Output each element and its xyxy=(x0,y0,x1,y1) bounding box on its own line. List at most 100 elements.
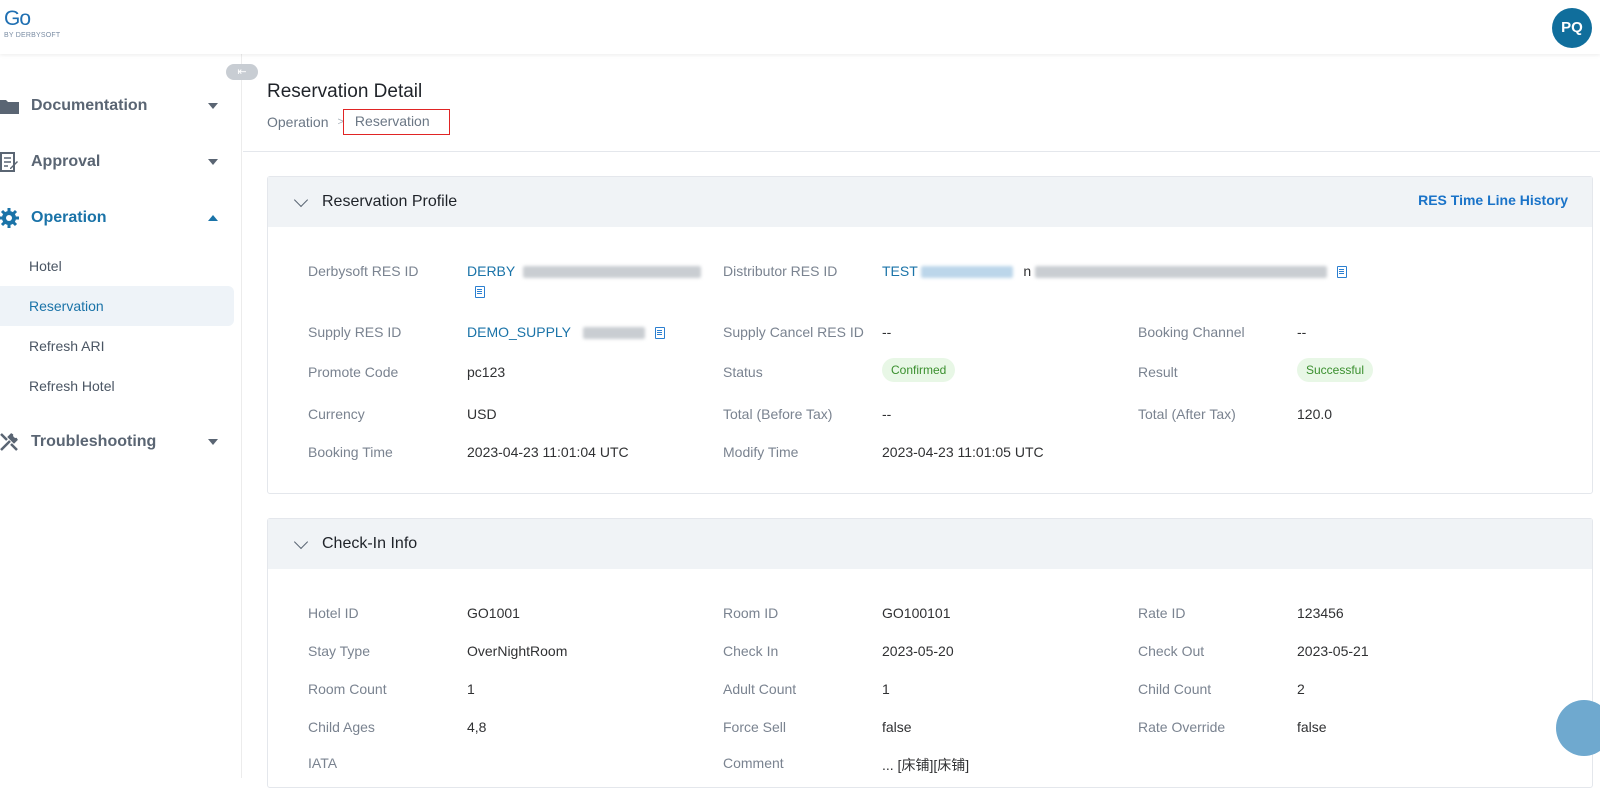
modify-time-label: Modify Time xyxy=(723,444,799,460)
derbysoft-res-id-value: DERBY xyxy=(467,263,701,279)
rate-id-label: Rate ID xyxy=(1138,605,1186,621)
sidebar-group-operation[interactable]: Operation xyxy=(0,204,242,232)
booking-time-value: 2023-04-23 11:01:04 UTC xyxy=(467,444,629,460)
room-count-value: 1 xyxy=(467,681,475,697)
chevron-down-icon[interactable] xyxy=(293,192,309,208)
room-count-label: Room Count xyxy=(308,681,387,697)
sidebar-item-reservation[interactable]: Reservation xyxy=(0,286,234,326)
promote-code-value: pc123 xyxy=(467,364,506,380)
adult-count-label: Adult Count xyxy=(723,681,797,697)
divider xyxy=(243,151,1600,152)
currency-value: USD xyxy=(467,406,497,422)
distributor-res-id-value: TEST n xyxy=(882,263,1347,279)
panel-title: Reservation Profile xyxy=(322,193,458,210)
booking-channel-label: Booking Channel xyxy=(1138,324,1245,340)
redacted-text xyxy=(522,266,701,279)
sidebar-group-label: Operation xyxy=(31,209,107,226)
tools-icon xyxy=(0,431,20,453)
rate-override-value: false xyxy=(1297,719,1327,735)
copy-icon[interactable] xyxy=(654,327,665,340)
supply-cancel-res-id-label: Supply Cancel RES ID xyxy=(723,324,864,340)
sidebar-group-approval[interactable]: Approval xyxy=(0,148,242,176)
total-before-tax-label: Total (Before Tax) xyxy=(723,406,833,422)
sidebar-item-refresh-hotel[interactable]: Refresh Hotel xyxy=(0,366,234,406)
room-id-value: GO100101 xyxy=(882,605,951,621)
promote-code-label: Promote Code xyxy=(308,364,399,380)
total-after-tax-value: 120.0 xyxy=(1297,406,1333,422)
copy-icon[interactable] xyxy=(475,286,485,298)
status-label: Status xyxy=(723,364,763,380)
sidebar: ⇤ Documentation Approval Operation Hotel… xyxy=(0,54,258,778)
distributor-res-id-text-2: n xyxy=(1023,263,1032,279)
force-sell-value: false xyxy=(882,719,912,735)
breadcrumb-operation[interactable]: Operation xyxy=(267,114,328,130)
check-in-info-header[interactable]: Check-In Info xyxy=(268,519,1592,569)
child-count-label: Child Count xyxy=(1138,681,1212,697)
result-value: Successful xyxy=(1297,358,1374,382)
stay-type-value: OverNightRoom xyxy=(467,643,568,659)
force-sell-label: Force Sell xyxy=(723,719,787,735)
sidebar-group-troubleshooting[interactable]: Troubleshooting xyxy=(0,428,242,456)
child-count-value: 2 xyxy=(1297,681,1305,697)
rate-id-value: 123456 xyxy=(1297,605,1344,621)
status-badge: Confirmed xyxy=(882,358,956,382)
stay-type-label: Stay Type xyxy=(308,643,371,659)
hotel-id-label: Hotel ID xyxy=(308,605,359,621)
edit-doc-icon xyxy=(0,151,20,173)
modify-time-value: 2023-04-23 11:01:05 UTC xyxy=(882,444,1044,460)
hotel-id-value: GO1001 xyxy=(467,605,520,621)
supply-res-id-text[interactable]: DEMO_SUPPLY xyxy=(467,324,571,340)
status-value: Confirmed xyxy=(882,358,956,382)
logo-text: Go xyxy=(4,7,31,30)
sidebar-group-documentation[interactable]: Documentation xyxy=(0,92,242,120)
total-after-tax-label: Total (After Tax) xyxy=(1138,406,1236,422)
check-in-value: 2023-05-20 xyxy=(882,643,954,659)
chevron-down-icon xyxy=(208,103,218,109)
gear-icon xyxy=(0,207,20,229)
chevron-down-icon xyxy=(208,159,218,165)
supply-res-id-label: Supply RES ID xyxy=(308,324,402,340)
panel-title: Check-In Info xyxy=(322,535,418,552)
breadcrumb-reservation: Reservation xyxy=(342,109,450,135)
comment-value: ... [床铺][床铺] xyxy=(882,757,970,773)
currency-label: Currency xyxy=(308,406,365,422)
check-out-label: Check Out xyxy=(1138,643,1205,659)
supply-res-id-value: DEMO_SUPPLY xyxy=(467,324,665,340)
sidebar-item-refresh-ari[interactable]: Refresh ARI xyxy=(0,326,234,366)
reservation-profile-header[interactable]: Reservation Profile RES Time Line Histor… xyxy=(268,177,1592,227)
comment-label: Comment xyxy=(723,755,784,771)
result-label: Result xyxy=(1138,364,1178,380)
copy-icon[interactable] xyxy=(1336,266,1347,279)
result-badge: Successful xyxy=(1297,358,1374,382)
total-before-tax-value: -- xyxy=(882,406,892,422)
adult-count-value: 1 xyxy=(882,681,890,697)
check-in-label: Check In xyxy=(723,643,779,659)
redacted-text xyxy=(921,266,1014,279)
res-timeline-history-link[interactable]: RES Time Line History xyxy=(1418,192,1568,208)
collapse-sidebar-button[interactable]: ⇤ xyxy=(226,64,258,80)
booking-time-label: Booking Time xyxy=(308,444,393,460)
distributor-res-id-text[interactable]: TEST xyxy=(882,263,918,279)
main-content: Reservation Detail Operation > Reservati… xyxy=(243,54,1600,788)
sidebar-group-label: Approval xyxy=(31,153,101,170)
sidebar-group-label: Documentation xyxy=(31,97,148,114)
sidebar-item-hotel[interactable]: Hotel xyxy=(0,246,234,286)
booking-channel-value: -- xyxy=(1297,324,1307,340)
chevron-down-icon xyxy=(208,439,218,445)
distributor-res-id-label: Distributor RES ID xyxy=(723,263,838,279)
top-bar: Go BY DERBYSOFT PQ xyxy=(0,0,1600,54)
chevron-down-icon[interactable] xyxy=(293,534,309,550)
child-ages-label: Child Ages xyxy=(308,719,375,735)
room-id-label: Room ID xyxy=(723,605,779,621)
redacted-text xyxy=(582,327,645,340)
check-out-value: 2023-05-21 xyxy=(1297,643,1369,659)
derbysoft-res-id-label: Derbysoft RES ID xyxy=(308,263,419,279)
child-ages-value: 4,8 xyxy=(467,719,487,735)
app-logo[interactable]: Go BY DERBYSOFT xyxy=(4,7,60,40)
iata-label: IATA xyxy=(308,755,338,771)
supply-cancel-res-id-value: -- xyxy=(882,324,892,340)
user-avatar[interactable]: PQ xyxy=(1552,8,1592,48)
redacted-text xyxy=(1035,266,1327,279)
folder-icon xyxy=(0,95,20,117)
derbysoft-res-id-text[interactable]: DERBY xyxy=(467,263,515,279)
